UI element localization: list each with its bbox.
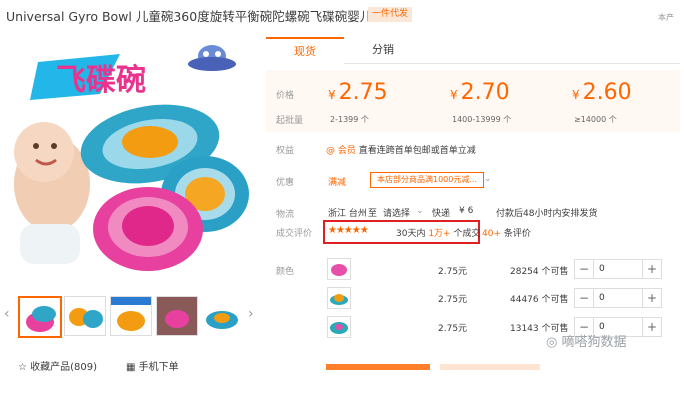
price-tier-2: ¥2.70 xyxy=(450,80,510,105)
dropship-tag[interactable]: 一件代发 xyxy=(368,7,412,22)
tab-bar: 现货 分销 xyxy=(266,37,680,64)
price-tier-3: ¥2.60 xyxy=(572,80,632,105)
tab-in-stock[interactable]: 现货 xyxy=(266,37,344,64)
qty-tier-2: 1400-13999 个 xyxy=(452,115,512,124)
chevron-down-icon[interactable]: ⌄ xyxy=(484,174,492,184)
benefits-text: 直看连跨首单包邮或首单立减 xyxy=(358,146,476,156)
variant-price-1: 2.75元 xyxy=(438,267,468,277)
thumbnail-5[interactable] xyxy=(202,296,242,334)
mobile-order-label: 手机下单 xyxy=(138,362,179,373)
thumbnail-2[interactable] xyxy=(64,296,106,336)
variant-stock-1: 28254 个可售 xyxy=(510,267,569,277)
qty-tier-3: ≥14000 个 xyxy=(574,115,617,124)
logo-text: 飞碟碗 xyxy=(56,63,146,98)
review-count[interactable]: 40+ 条评价 xyxy=(482,226,531,239)
wechat-icon: ◎ xyxy=(546,335,558,350)
collect-label: 收藏产品(809) xyxy=(30,362,98,373)
product-photo: 飞碟碗 xyxy=(0,34,258,289)
plus-button[interactable]: + xyxy=(642,289,661,307)
rating-stars: ★★★★★ xyxy=(328,225,369,236)
minus-button[interactable]: − xyxy=(575,289,594,307)
destination-select[interactable]: 请选择 xyxy=(383,206,410,219)
variant-stock-2: 44476 个可售 xyxy=(510,295,569,305)
thumbnail-3[interactable] xyxy=(110,296,152,336)
quantity-input[interactable]: 0 xyxy=(599,260,605,278)
variant-thumb-teal[interactable] xyxy=(327,316,351,338)
quantity-input[interactable]: 0 xyxy=(599,289,605,307)
logistics-label: 物流 xyxy=(276,210,295,220)
buy-button[interactable] xyxy=(326,364,430,370)
moq-label: 起批量 xyxy=(276,116,304,126)
plus-button[interactable]: + xyxy=(642,260,661,278)
logistics-fee: ¥ 6 xyxy=(459,206,474,216)
watermark: ◎ 嘀嗒狗数据 xyxy=(546,335,627,350)
main-product-image[interactable]: 飞碟碗 xyxy=(0,34,258,289)
color-label: 颜色 xyxy=(276,267,295,277)
price-label: 价格 xyxy=(276,91,295,101)
variant-thumb-orange[interactable] xyxy=(327,287,351,309)
minus-button[interactable]: − xyxy=(575,260,594,278)
product-title: Universal Gyro Bowl 儿童碗360度旋转平衡碗陀螺碗飞碟碗婴儿… xyxy=(6,9,385,24)
dest-chevron-icon[interactable]: ⌄ xyxy=(416,206,424,216)
variant-price-2: 2.75元 xyxy=(438,295,468,305)
mobile-order-button[interactable]: ▦ 手机下单 xyxy=(126,358,179,373)
logistics-delivery: 付款后48小时内安排发货 xyxy=(496,209,598,219)
star-outline-icon: ☆ xyxy=(18,362,27,373)
thumbnail-4[interactable] xyxy=(156,296,198,336)
variant-price-3: 2.75元 xyxy=(438,324,468,334)
price-tier-1: ¥2.75 xyxy=(328,80,388,105)
quantity-stepper-2[interactable]: − 0 + xyxy=(574,288,662,308)
qr-code-icon: ▦ xyxy=(126,362,136,373)
qty-tier-1: 2-1399 个 xyxy=(330,115,369,124)
benefits-row[interactable]: @ 会员 直看连跨首单包邮或首单立减 xyxy=(326,143,476,156)
thumbnail-1[interactable] xyxy=(18,296,62,338)
quantity-stepper-1[interactable]: − 0 + xyxy=(574,259,662,279)
promo-box[interactable]: 本店部分商品满1000元减... xyxy=(370,172,484,188)
collect-button[interactable]: ☆ 收藏产品(809) xyxy=(18,358,97,373)
member-badge: @ 会员 xyxy=(326,146,356,156)
plus-button[interactable]: + xyxy=(642,318,661,336)
variant-thumb-pink[interactable] xyxy=(327,258,351,280)
thumbnail-strip: ‹ › xyxy=(4,296,258,338)
benefits-label: 权益 xyxy=(276,146,295,156)
logistics-express: 快递 xyxy=(432,209,451,219)
next-arrow-icon[interactable]: › xyxy=(248,306,254,322)
logistics-origin: 浙江 台州 xyxy=(328,209,367,219)
sales-summary[interactable]: 30天内 1万+ 个成交 xyxy=(396,226,481,239)
tab-distribution[interactable]: 分销 xyxy=(344,37,422,63)
prev-arrow-icon[interactable]: ‹ xyxy=(4,306,10,322)
logistics-to: 至 xyxy=(368,209,378,219)
coupon-label: 优惠 xyxy=(276,178,295,188)
reviews-label: 成交评价 xyxy=(276,229,313,239)
add-cart-button[interactable] xyxy=(440,364,540,370)
coupon-text: 满减 xyxy=(328,178,347,188)
corner-text: 本产 xyxy=(658,13,674,22)
